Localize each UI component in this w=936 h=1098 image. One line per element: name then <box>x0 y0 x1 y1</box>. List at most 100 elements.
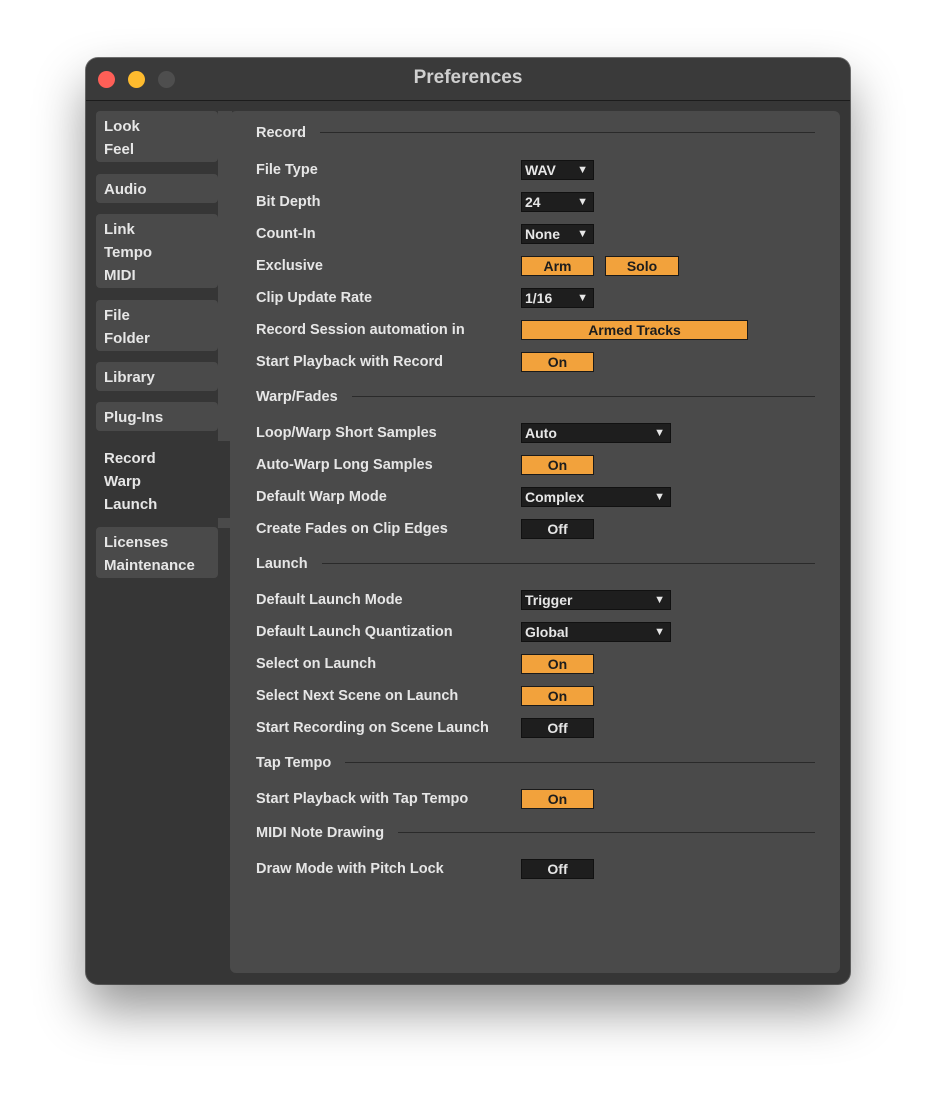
tab-label: Folder <box>104 330 150 347</box>
row-select-next-scene: Select Next Scene on Launch On <box>230 685 840 707</box>
title-bar: Preferences <box>86 58 850 101</box>
section-divider <box>256 132 815 133</box>
preferences-window: Preferences Look Feel Audio Link Tempo M… <box>86 58 850 984</box>
tab-label: Feel <box>104 141 135 158</box>
start-playback-tap-toggle[interactable]: On <box>521 789 594 809</box>
tab-plug-ins[interactable]: Plug-Ins <box>96 402 218 431</box>
row-exclusive: Exclusive Arm Solo <box>230 255 840 277</box>
select-on-launch-label: Select on Launch <box>256 656 377 672</box>
section-title-midi-note-drawing: MIDI Note Drawing <box>256 822 399 844</box>
section-title-launch: Launch <box>256 553 322 575</box>
auto-warp-toggle[interactable]: On <box>521 455 594 475</box>
tab-file-folder[interactable]: File Folder <box>96 300 218 351</box>
row-launch-mode: Default Launch Mode Trigger ▼ <box>230 589 840 611</box>
create-fades-toggle[interactable]: Off <box>521 519 594 539</box>
tab-label: Maintenance <box>104 557 195 574</box>
chevron-down-icon: ▼ <box>654 594 665 606</box>
chevron-down-icon: ▼ <box>654 427 665 439</box>
bit-depth-dropdown[interactable]: 24 ▼ <box>521 192 594 212</box>
warp-mode-label: Default Warp Mode <box>256 489 387 505</box>
start-playback-record-toggle[interactable]: On <box>521 352 594 372</box>
settings-panel: Record File Type WAV ▼ Bit Depth 24 ▼ Co… <box>230 111 840 973</box>
draw-mode-pitch-lock-toggle[interactable]: Off <box>521 859 594 879</box>
select-next-scene-label: Select Next Scene on Launch <box>256 688 459 704</box>
loop-warp-value: Auto <box>525 425 557 441</box>
tab-label: Licenses <box>104 534 169 551</box>
row-start-recording-scene: Start Recording on Scene Launch Off <box>230 717 840 739</box>
row-start-playback-tap: Start Playback with Tap Tempo On <box>230 788 840 810</box>
section-divider <box>256 563 815 564</box>
loop-warp-dropdown[interactable]: Auto ▼ <box>521 423 671 443</box>
clip-update-rate-label: Clip Update Rate <box>256 290 373 306</box>
select-next-scene-toggle[interactable]: On <box>521 686 594 706</box>
loop-warp-label: Loop/Warp Short Samples <box>256 425 437 441</box>
create-fades-label: Create Fades on Clip Edges <box>256 521 448 537</box>
chevron-down-icon: ▼ <box>577 228 588 240</box>
clip-update-rate-dropdown[interactable]: 1/16 ▼ <box>521 288 594 308</box>
launch-quantization-dropdown[interactable]: Global ▼ <box>521 622 671 642</box>
row-clip-update-rate: Clip Update Rate 1/16 ▼ <box>230 287 840 309</box>
row-draw-mode-pitch-lock: Draw Mode with Pitch Lock Off <box>230 858 840 880</box>
row-loop-warp: Loop/Warp Short Samples Auto ▼ <box>230 422 840 444</box>
exclusive-label: Exclusive <box>256 258 323 274</box>
chevron-down-icon: ▼ <box>577 196 588 208</box>
launch-mode-value: Trigger <box>525 592 573 608</box>
section-title-warp-fades: Warp/Fades <box>256 386 352 408</box>
count-in-dropdown[interactable]: None ▼ <box>521 224 594 244</box>
tab-record-warp-launch[interactable]: Record Warp Launch <box>96 443 218 518</box>
start-recording-scene-toggle[interactable]: Off <box>521 718 594 738</box>
count-in-value: None <box>525 226 560 242</box>
tab-label: Warp <box>104 473 141 490</box>
start-playback-tap-label: Start Playback with Tap Tempo <box>256 791 469 807</box>
section-title-record: Record <box>256 122 320 144</box>
row-file-type: File Type WAV ▼ <box>230 159 840 181</box>
tab-label: Plug-Ins <box>104 409 164 426</box>
row-warp-mode: Default Warp Mode Complex ▼ <box>230 486 840 508</box>
window-title: Preferences <box>413 67 523 88</box>
tab-audio[interactable]: Audio <box>96 174 218 203</box>
tab-label: Look <box>104 118 140 135</box>
tab-licenses-maintenance[interactable]: Licenses Maintenance <box>96 527 218 578</box>
auto-warp-label: Auto-Warp Long Samples <box>256 457 433 473</box>
warp-mode-dropdown[interactable]: Complex ▼ <box>521 487 671 507</box>
bit-depth-label: Bit Depth <box>256 194 321 210</box>
file-type-dropdown[interactable]: WAV ▼ <box>521 160 594 180</box>
row-session-automation: Record Session automation in Armed Track… <box>230 319 840 341</box>
select-on-launch-toggle[interactable]: On <box>521 654 594 674</box>
tab-label: Library <box>104 369 155 386</box>
warp-mode-value: Complex <box>525 489 585 505</box>
chevron-down-icon: ▼ <box>654 626 665 638</box>
tab-label: MIDI <box>104 267 136 284</box>
launch-quantization-value: Global <box>525 624 569 640</box>
count-in-label: Count-In <box>256 226 316 242</box>
session-automation-chooser[interactable]: Armed Tracks <box>521 320 748 340</box>
tab-library[interactable]: Library <box>96 362 218 391</box>
launch-mode-dropdown[interactable]: Trigger ▼ <box>521 590 671 610</box>
chevron-down-icon: ▼ <box>577 164 588 176</box>
start-playback-record-label: Start Playback with Record <box>256 354 443 370</box>
file-type-label: File Type <box>256 162 318 178</box>
tab-label: Audio <box>104 181 147 198</box>
file-type-value: WAV <box>525 162 556 178</box>
row-launch-quantization: Default Launch Quantization Global ▼ <box>230 621 840 643</box>
tab-link-tempo-midi[interactable]: Link Tempo MIDI <box>96 214 218 288</box>
tab-label: Record <box>104 450 156 467</box>
row-create-fades: Create Fades on Clip Edges Off <box>230 518 840 540</box>
tab-label: Launch <box>104 496 158 513</box>
draw-mode-pitch-lock-label: Draw Mode with Pitch Lock <box>256 861 444 877</box>
bit-depth-value: 24 <box>525 194 541 210</box>
session-automation-label: Record Session automation in <box>256 322 465 338</box>
exclusive-arm-toggle[interactable]: Arm <box>521 256 594 276</box>
launch-quantization-label: Default Launch Quantization <box>256 624 453 640</box>
section-title-tap-tempo: Tap Tempo <box>256 752 346 774</box>
tab-look-feel[interactable]: Look Feel <box>96 111 218 162</box>
chevron-down-icon: ▼ <box>654 491 665 503</box>
launch-mode-label: Default Launch Mode <box>256 592 403 608</box>
clip-update-rate-value: 1/16 <box>525 290 553 306</box>
tab-label: File <box>104 307 130 324</box>
row-select-on-launch: Select on Launch On <box>230 653 840 675</box>
exclusive-solo-toggle[interactable]: Solo <box>605 256 679 276</box>
start-recording-scene-label: Start Recording on Scene Launch <box>256 720 489 736</box>
tab-label: Tempo <box>104 244 153 261</box>
chevron-down-icon: ▼ <box>577 292 588 304</box>
